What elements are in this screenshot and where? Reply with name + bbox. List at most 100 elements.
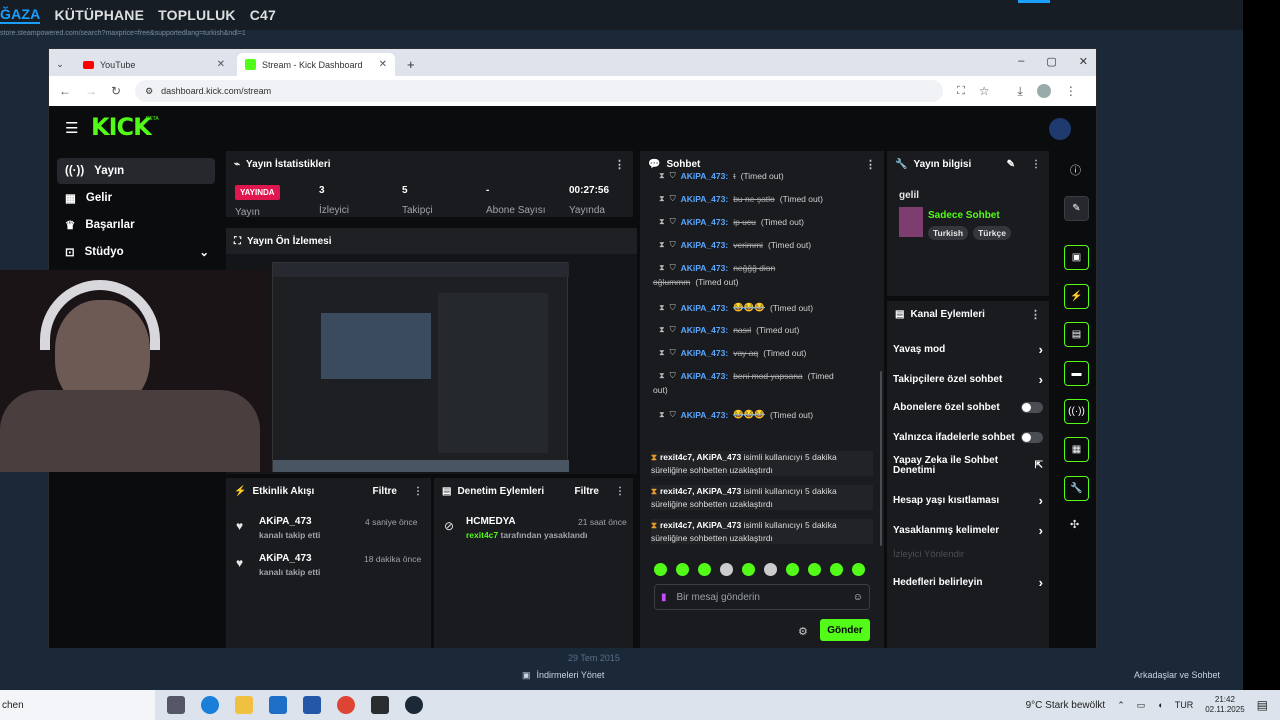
layout-rail-icon[interactable]: ▦ <box>1064 437 1089 462</box>
tab-youtube[interactable]: YouTube ✕ <box>75 53 233 76</box>
action-goals[interactable]: Hedefleri belirleyin › <box>893 575 1043 590</box>
more-icon[interactable]: ⋮ <box>1031 159 1041 170</box>
hamburger-icon[interactable]: ☰ <box>65 119 78 137</box>
hourglass-icon[interactable]: ⧗ <box>659 194 665 204</box>
action-account-age[interactable]: Hesap yaşı kısıtlaması › <box>893 493 1043 508</box>
chat-username[interactable]: AKiPA_473: <box>681 263 729 273</box>
emote-icon[interactable] <box>654 563 667 576</box>
steam-nav-community[interactable]: TOPLULUK <box>158 7 236 23</box>
forward-icon[interactable]: → <box>85 84 97 98</box>
weather-text[interactable]: 9°C Stark bewölkt <box>1026 700 1106 711</box>
hourglass-icon[interactable]: ⧗ <box>659 325 665 335</box>
volume-icon[interactable]: ◖ <box>1157 700 1162 710</box>
close-window-icon[interactable]: ✕ <box>1079 55 1088 68</box>
maximize-icon[interactable]: ▢ <box>1046 55 1056 68</box>
translate-icon[interactable]: ⛶ <box>957 85 965 98</box>
task-view-icon[interactable] <box>167 696 185 714</box>
sidebar-item-studyo[interactable]: ⊡ Stüdyo ⌄ <box>57 239 215 265</box>
chat-username[interactable]: AKiPA_473: <box>681 194 729 204</box>
chat-username[interactable]: AKiPA_473: <box>681 240 729 250</box>
moderation-actor[interactable]: rexit4c7 <box>466 530 498 540</box>
shield-icon[interactable]: ⛉ <box>670 263 676 273</box>
emote-icon[interactable] <box>808 563 821 576</box>
clock[interactable]: 21:42 02.11.2025 <box>1205 695 1244 715</box>
avatar[interactable] <box>1049 118 1071 140</box>
hourglass-icon[interactable]: ⧗ <box>659 371 665 381</box>
action-followers-only[interactable]: Takipçilere özel sohbet › <box>893 372 1043 387</box>
profile-icon[interactable] <box>1036 84 1051 98</box>
notification-icon[interactable]: ▤ <box>1257 698 1268 712</box>
emoji-icon[interactable]: ☺ <box>853 592 863 603</box>
category-name[interactable]: Sadece Sohbet <box>928 210 1000 221</box>
hourglass-icon[interactable]: ⧗ <box>659 348 665 358</box>
action-slow-mode[interactable]: Yavaş mod › <box>893 342 1043 357</box>
mod-actor[interactable]: rexit4c7, AKiPA_473 <box>660 452 744 462</box>
moderation-filter-button[interactable]: Filtre <box>575 486 599 497</box>
minimize-icon[interactable]: – <box>1018 55 1024 68</box>
info-icon[interactable]: ⓘ <box>1070 162 1081 178</box>
lang-text[interactable]: TUR <box>1175 700 1194 710</box>
taskbar-search[interactable]: chen <box>0 690 155 720</box>
emote-icon[interactable] <box>698 563 711 576</box>
more-icon[interactable]: ⋮ <box>865 158 876 171</box>
settings-icon[interactable]: ⚙ <box>798 625 808 638</box>
shield-icon[interactable]: ⛉ <box>670 348 676 358</box>
action-ai-moderation[interactable]: Yapay Zeka ile Sohbet Denetimi ⇱ <box>893 456 1043 476</box>
apps-icon[interactable]: ✣ <box>1070 518 1079 531</box>
emote-icon[interactable] <box>786 563 799 576</box>
steam-nav-profile[interactable]: C47 <box>250 7 276 23</box>
shield-icon[interactable]: ⛉ <box>670 325 676 335</box>
edit-icon[interactable]: ✎ <box>1007 159 1015 170</box>
chat-username[interactable]: AKiPA_473: <box>681 348 729 358</box>
shield-icon[interactable]: ⛉ <box>670 303 676 313</box>
emote-icon[interactable] <box>742 563 755 576</box>
steam-icon[interactable] <box>405 696 423 714</box>
shield-icon[interactable]: ⛉ <box>670 240 676 250</box>
chat-username[interactable]: AKiPA_473: <box>681 217 729 227</box>
new-tab-icon[interactable]: + <box>407 53 415 76</box>
emote-icon[interactable] <box>764 563 777 576</box>
chat-username[interactable]: AKiPA_473: <box>681 410 729 420</box>
sidebar-item-basarilar[interactable]: ♛ Başarılar <box>57 212 215 238</box>
kick-logo[interactable]: KICK <box>91 113 152 141</box>
emote-icon[interactable] <box>830 563 843 576</box>
shield-icon[interactable]: ⛉ <box>670 410 676 420</box>
send-button[interactable]: Gönder <box>820 619 870 641</box>
wrench-rail-icon[interactable]: 🔧 <box>1064 476 1089 501</box>
emotes-only-toggle[interactable] <box>1021 432 1043 443</box>
steam-nav-store[interactable]: ĞAZA <box>0 6 41 24</box>
hourglass-icon[interactable]: ⧗ <box>659 171 665 181</box>
hourglass-icon[interactable]: ⧗ <box>659 303 665 313</box>
shield-icon[interactable]: ⛉ <box>670 171 676 181</box>
explorer-icon[interactable] <box>235 696 253 714</box>
sidebar-item-gelir[interactable]: ▦ Gelir <box>57 185 215 211</box>
download-icon[interactable]: ⤓ <box>1018 84 1023 99</box>
shield-icon[interactable]: ⛉ <box>670 217 676 227</box>
mod-actor[interactable]: rexit4c7, AKiPA_473 <box>660 520 744 530</box>
shield-icon[interactable]: ⛉ <box>670 371 676 381</box>
close-icon[interactable]: ✕ <box>379 59 387 70</box>
mod-actor[interactable]: rexit4c7, AKiPA_473 <box>660 486 744 496</box>
close-icon[interactable]: ✕ <box>217 59 225 70</box>
chat-username[interactable]: AKiPA_473: <box>681 171 729 181</box>
screen-rail-icon[interactable]: ▣ <box>1064 245 1089 270</box>
network-icon[interactable]: ▭ <box>1137 700 1146 711</box>
reload-icon[interactable]: ↻ <box>111 84 121 98</box>
more-icon[interactable]: ⋮ <box>614 158 625 171</box>
emote-icon[interactable] <box>852 563 865 576</box>
bookmark-star-icon[interactable]: ☆ <box>979 84 990 98</box>
doc-rail-icon[interactable]: ▤ <box>1064 322 1089 347</box>
chat-rail-icon[interactable]: ▬ <box>1064 361 1089 386</box>
chrome-icon[interactable] <box>337 696 355 714</box>
chat-username[interactable]: AKiPA_473: <box>681 325 729 335</box>
tab-search-icon[interactable]: ⌄ <box>49 53 71 76</box>
broadcast-rail-icon[interactable]: ((·)) <box>1064 399 1089 424</box>
more-icon[interactable]: ⋮ <box>615 486 625 497</box>
steam-friends[interactable]: Arkadaşlar ve Sohbet <box>1134 670 1220 680</box>
emote-icon[interactable] <box>720 563 733 576</box>
more-icon[interactable]: ⋮ <box>1030 308 1041 321</box>
chat-username[interactable]: AKiPA_473: <box>681 371 729 381</box>
shield-icon[interactable]: ⛉ <box>670 194 676 204</box>
hourglass-icon[interactable]: ⧗ <box>659 217 665 227</box>
menu-icon[interactable]: ⋮ <box>1065 84 1077 98</box>
